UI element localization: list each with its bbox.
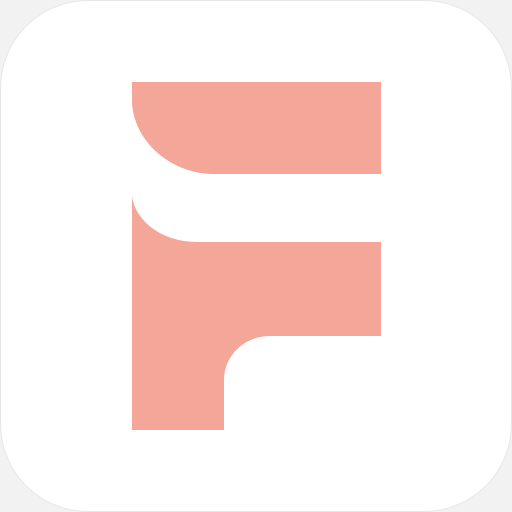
letter-f-logo-icon (132, 82, 381, 430)
app-icon-tile[interactable] (0, 0, 512, 512)
logo-top-bar (132, 82, 381, 174)
logo-lower-stem (132, 197, 381, 430)
app-icon-canvas (0, 0, 512, 512)
